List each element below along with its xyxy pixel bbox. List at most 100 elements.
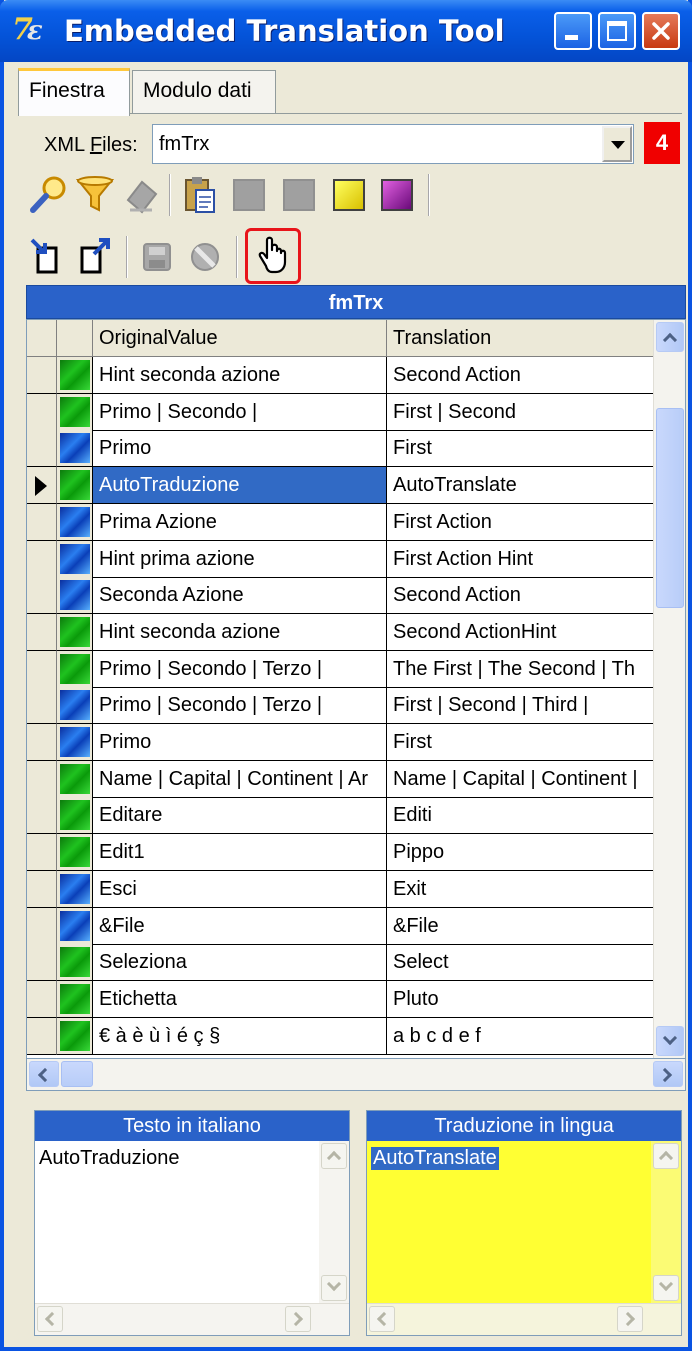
original-value-cell[interactable]: Hint seconda azione (93, 357, 387, 394)
purple-square-icon[interactable] (374, 172, 420, 218)
original-value-cell[interactable]: Seconda Azione (93, 577, 387, 615)
dropdown-arrow-button[interactable] (602, 126, 632, 162)
scroll-right-button[interactable] (653, 1061, 683, 1087)
row-indicator-cell[interactable] (27, 650, 57, 688)
table-row[interactable]: &File &File (27, 907, 653, 945)
column-header-original[interactable]: OriginalValue (93, 320, 387, 357)
close-button[interactable] (642, 12, 680, 50)
maximize-button[interactable] (598, 12, 636, 50)
translation-cell[interactable]: First (387, 430, 653, 468)
original-value-cell[interactable]: Primo | Secondo | Terzo | (93, 687, 387, 725)
gray-square-icon[interactable] (226, 172, 272, 218)
row-indicator-cell[interactable] (27, 1017, 57, 1055)
row-indicator-cell[interactable] (27, 944, 57, 982)
delete-icon[interactable] (118, 172, 164, 218)
translation-cell[interactable]: The First | The Second | Th (387, 651, 653, 688)
tab-finestra[interactable]: Finestra (18, 68, 130, 116)
cancel-icon[interactable] (182, 234, 228, 280)
table-row[interactable]: Hint seconda azione Second ActionHint (27, 613, 653, 651)
original-value-cell[interactable]: Esci (93, 870, 387, 908)
source-scroll-down-button[interactable] (321, 1275, 347, 1301)
scroll-down-button[interactable] (656, 1026, 684, 1056)
target-scroll-down-button[interactable] (653, 1275, 679, 1301)
original-value-cell[interactable]: Edit1 (93, 834, 387, 872)
target-vertical-scrollbar[interactable] (651, 1141, 681, 1303)
source-text-area[interactable]: AutoTraduzione (35, 1141, 349, 1335)
original-value-cell[interactable]: Seleziona (93, 944, 387, 982)
table-row[interactable]: Seconda Azione Second Action (27, 577, 653, 615)
translation-grid[interactable]: OriginalValue Translation Hint seconda a… (26, 319, 686, 1059)
row-indicator-cell[interactable] (27, 834, 57, 872)
translation-cell[interactable]: First | Second (387, 394, 653, 431)
translation-cell[interactable]: Pippo (387, 834, 653, 872)
row-indicator-cell[interactable] (27, 540, 57, 578)
row-indicator-cell[interactable] (27, 760, 57, 798)
vertical-scrollbar[interactable] (653, 320, 685, 1058)
table-row[interactable]: Etichetta Pluto (27, 980, 653, 1018)
column-header-translation[interactable]: Translation (387, 320, 653, 357)
original-value-cell[interactable]: AutoTraduzione (93, 467, 387, 505)
translation-cell[interactable]: Exit (387, 871, 653, 908)
row-indicator-cell[interactable] (27, 687, 57, 725)
target-scroll-right-button[interactable] (617, 1306, 643, 1332)
original-value-cell[interactable]: Hint prima azione (93, 540, 387, 578)
original-value-cell[interactable]: Hint seconda azione (93, 613, 387, 651)
row-indicator-cell[interactable] (27, 430, 57, 468)
original-value-cell[interactable]: &File (93, 907, 387, 945)
row-indicator-cell[interactable] (27, 797, 57, 835)
translation-cell[interactable]: AutoTranslate (387, 467, 653, 505)
translation-cell[interactable]: Second ActionHint (387, 614, 653, 651)
row-indicator-cell[interactable] (27, 393, 57, 431)
translation-cell[interactable]: First Action Hint (387, 541, 653, 578)
translation-cell[interactable]: Name | Capital | Continent | (387, 761, 653, 798)
table-row[interactable]: Primo | Secondo | First | Second (27, 393, 653, 431)
paste-icon[interactable] (176, 172, 222, 218)
table-row[interactable]: Primo | Secondo | Terzo | First | Second … (27, 687, 653, 725)
row-indicator-cell[interactable] (27, 467, 57, 505)
search-icon[interactable] (26, 172, 72, 218)
minimize-button[interactable] (554, 12, 592, 50)
target-scroll-left-button[interactable] (369, 1306, 395, 1332)
table-row[interactable]: Name | Capital | Continent | Ar Name | Ca… (27, 760, 653, 798)
translation-cell[interactable]: Select (387, 944, 653, 982)
row-indicator-cell[interactable] (27, 613, 57, 651)
source-scroll-right-button[interactable] (285, 1306, 311, 1332)
original-value-cell[interactable]: Name | Capital | Continent | Ar (93, 760, 387, 798)
translation-cell[interactable]: First (387, 724, 653, 761)
translation-cell[interactable]: First Action (387, 504, 653, 541)
source-scroll-up-button[interactable] (321, 1143, 347, 1169)
row-indicator-cell[interactable] (27, 870, 57, 908)
filter-icon[interactable] (72, 172, 118, 218)
table-row[interactable]: Seleziona Select (27, 944, 653, 982)
table-row[interactable]: Primo | Secondo | Terzo | The First | The… (27, 650, 653, 688)
target-scroll-up-button[interactable] (653, 1143, 679, 1169)
scroll-up-button[interactable] (656, 322, 684, 352)
row-indicator-cell[interactable] (27, 980, 57, 1018)
table-row[interactable]: Hint seconda azione Second Action (27, 357, 653, 394)
tab-modulo-dati[interactable]: Modulo dati (132, 70, 276, 114)
translation-cell[interactable]: First | Second | Third | (387, 687, 653, 725)
export-icon[interactable] (74, 234, 120, 280)
original-value-cell[interactable]: Prima Azione (93, 503, 387, 541)
horizontal-scrollbar-thumb[interactable] (61, 1061, 93, 1087)
scroll-left-button[interactable] (29, 1061, 59, 1087)
translation-cell[interactable]: Second Action (387, 357, 653, 394)
table-row[interactable]: Prima Azione First Action (27, 503, 653, 541)
target-horizontal-scrollbar[interactable] (367, 1303, 681, 1335)
original-value-cell[interactable]: € à è ù ì é ç § (93, 1017, 387, 1055)
original-value-cell[interactable]: Primo | Secondo | Terzo | (93, 650, 387, 688)
table-row[interactable]: € à è ù ì é ç § a b c d e f (27, 1017, 653, 1055)
table-row[interactable]: Primo First (27, 724, 653, 761)
scrollbar-thumb[interactable] (656, 408, 684, 608)
original-value-cell[interactable]: Primo (93, 724, 387, 761)
row-indicator-cell[interactable] (27, 577, 57, 615)
horizontal-scrollbar[interactable] (26, 1059, 686, 1091)
save-icon[interactable] (134, 234, 180, 280)
translation-cell[interactable]: Second Action (387, 577, 653, 615)
translation-cell[interactable]: Pluto (387, 981, 653, 1018)
table-row[interactable]: Primo First (27, 430, 653, 468)
translation-cell[interactable]: &File (387, 908, 653, 945)
original-value-cell[interactable]: Editare (93, 797, 387, 835)
target-text-area[interactable]: AutoTranslate (367, 1141, 681, 1335)
original-value-cell[interactable]: Etichetta (93, 980, 387, 1018)
